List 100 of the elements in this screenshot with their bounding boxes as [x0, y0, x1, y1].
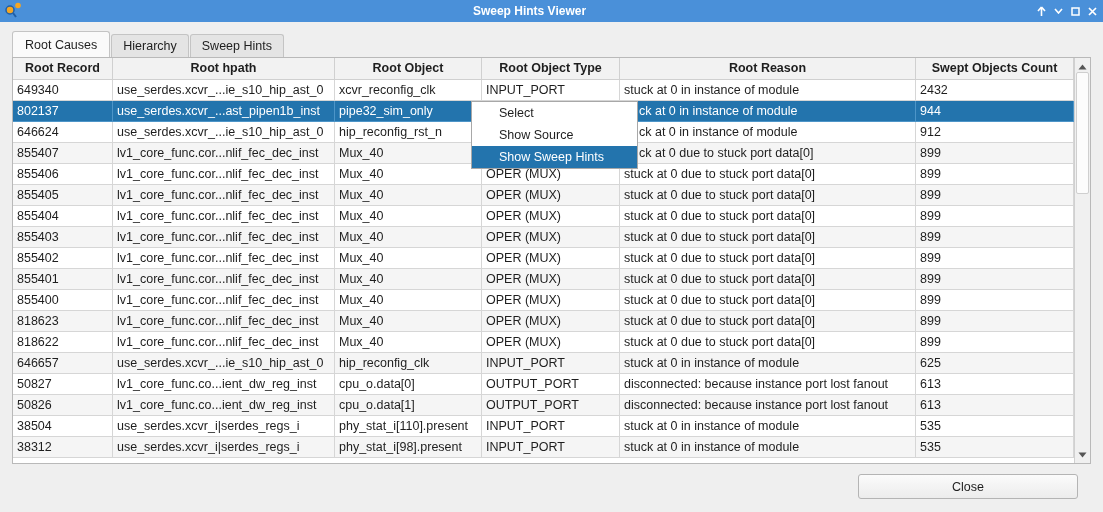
table-cell: phy_stat_i[98].present — [339, 440, 462, 454]
table-cell: ck at 0 in instance of module — [639, 104, 798, 118]
table-cell: stuck at 0 in instance of module — [624, 356, 800, 370]
table-cell: INPUT_PORT — [486, 356, 565, 370]
table-cell: 855401 — [17, 272, 59, 286]
table-cell: stuck at 0 due to stuck port data[0] — [624, 230, 816, 244]
table-cell: 899 — [920, 167, 941, 181]
table-cell: disconnected: because instance port lost fanout — [624, 398, 889, 412]
table-cell: stuck at 0 due to stuck port data[0] — [624, 314, 816, 328]
table-cell: 818623 — [17, 314, 59, 328]
table-cell: 855404 — [17, 209, 59, 223]
table-cell: stuck at 0 in instance of module — [624, 419, 800, 433]
table-cell: OPER (MUX) — [486, 188, 561, 202]
table-cell: 50827 — [17, 377, 52, 391]
table-cell: use_serdes.xcvr_...ie_s10_hip_ast_0 — [117, 125, 324, 139]
table-cell: 855405 — [17, 188, 59, 202]
table-cell: Mux_40 — [339, 272, 384, 286]
table-cell: phy_stat_i[110].present — [339, 419, 469, 433]
table-cell: 899 — [920, 209, 941, 223]
table-cell: stuck at 0 in instance of module — [624, 440, 800, 454]
table-cell: stuck at 0 due to stuck port data[0] — [624, 251, 816, 265]
table-cell: lv1_core_func.cor...nlif_fec_dec_inst — [117, 272, 319, 286]
table-cell: lv1_core_func.cor...nlif_fec_dec_inst — [117, 293, 319, 307]
table-cell: 50826 — [17, 398, 52, 412]
table-cell: 855403 — [17, 230, 59, 244]
table-cell: disconnected: because instance port lost fanout — [624, 377, 889, 391]
table-cell: 855400 — [17, 293, 59, 307]
table-cell: OPER (MUX) — [486, 167, 561, 181]
table-cell: Mux_40 — [339, 293, 384, 307]
table-cell: 625 — [920, 356, 941, 370]
table-cell: stuck at 0 due to stuck port data[0] — [624, 293, 816, 307]
table-cell: use_serdes.xcvr_i|serdes_regs_i — [117, 419, 300, 433]
table-cell: ck at 0 due to stuck port data[0] — [639, 146, 814, 160]
table-cell: 899 — [920, 230, 941, 244]
table-cell: use_serdes.xcvr_...ie_s10_hip_ast_0 — [117, 356, 324, 370]
table-cell: use_serdes.xcvr_...ie_s10_hip_ast_0 — [117, 83, 324, 97]
table-cell: OPER (MUX) — [486, 230, 561, 244]
table-cell: lv1_core_func.co...ient_dw_reg_inst — [117, 377, 317, 391]
table-cell: use_serdes.xcvr_...ast_pipen1b_inst — [117, 104, 320, 118]
table-cell: Mux_40 — [339, 314, 384, 328]
table-cell: hip_reconfig_clk — [339, 356, 430, 370]
table-cell: stuck at 0 in instance of module — [624, 83, 800, 97]
table-cell: 899 — [920, 272, 941, 286]
table-cell: INPUT_PORT — [486, 83, 565, 97]
table-cell: 899 — [920, 314, 941, 328]
table-cell: xcvr_reconfig_clk — [339, 83, 436, 97]
table-cell: hip_reconfig_rst_n — [339, 125, 442, 139]
table-cell: lv1_core_func.cor...nlif_fec_dec_inst — [117, 335, 319, 349]
table-cell: OPER (MUX) — [486, 335, 561, 349]
table-cell: lv1_core_func.cor...nlif_fec_dec_inst — [117, 209, 319, 223]
table-cell: Mux_40 — [339, 230, 384, 244]
table-cell: 899 — [920, 335, 941, 349]
table-cell: 613 — [920, 398, 941, 412]
table-cell: 912 — [920, 125, 941, 139]
table-cell: cpu_o.data[0] — [339, 377, 415, 391]
table-cell: 38504 — [17, 419, 52, 433]
table-cell: OPER (MUX) — [486, 251, 561, 265]
table-cell: 646624 — [17, 125, 59, 139]
table-cell: 899 — [920, 146, 941, 160]
table-cell: 802137 — [17, 104, 59, 118]
table-cell: lv1_core_func.cor...nlif_fec_dec_inst — [117, 146, 319, 160]
table-cell: 2432 — [920, 83, 948, 97]
table-cell: Mux_40 — [339, 251, 384, 265]
window-title: Sweep Hints Viewer — [471, 4, 588, 18]
table-cell: lv1_core_func.cor...nlif_fec_dec_inst — [117, 188, 319, 202]
table-cell: ck at 0 in instance of module — [639, 125, 798, 139]
table-cell: 535 — [920, 419, 941, 433]
table-cell: stuck at 0 due to stuck port data[0] — [624, 335, 816, 349]
table-cell: 535 — [920, 440, 941, 454]
table-cell: lv1_core_func.cor...nlif_fec_dec_inst — [117, 314, 319, 328]
table-cell: lv1_core_func.co...ient_dw_reg_inst — [117, 398, 317, 412]
table-cell: cpu_o.data[1] — [339, 398, 415, 412]
table-cell: lv1_core_func.cor...nlif_fec_dec_inst — [117, 230, 319, 244]
table-cell: 613 — [920, 377, 941, 391]
table-cell: OPER (MUX) — [486, 272, 561, 286]
table-cell: 649340 — [17, 83, 59, 97]
table-cell: 646657 — [17, 356, 59, 370]
table-cell: OUTPUT_PORT — [486, 398, 579, 412]
table-cell: 855402 — [17, 251, 59, 265]
table-cell: stuck at 0 due to stuck port data[0] — [624, 188, 816, 202]
table-cell: Mux_40 — [339, 188, 384, 202]
table-cell: INPUT_PORT — [486, 419, 565, 433]
table-cell: 899 — [920, 188, 941, 202]
table-cell: 855407 — [17, 146, 59, 160]
table-cell: Mux_40 — [339, 209, 384, 223]
table-cell: 899 — [920, 293, 941, 307]
table-cell: Mux_40 — [339, 167, 384, 181]
table-cell: Mux_40 — [339, 146, 384, 160]
table-cell: pipe32_sim_only — [339, 104, 433, 118]
table-cell: 899 — [920, 251, 941, 265]
table-cell: stuck at 0 due to stuck port data[0] — [624, 272, 816, 286]
table-cell: use_serdes.xcvr_i|serdes_regs_i — [117, 440, 300, 454]
table-cell: 855406 — [17, 167, 59, 181]
table-cell: lv1_core_func.cor...nlif_fec_dec_inst — [117, 251, 319, 265]
table-cell: stuck at 0 due to stuck port data[0] — [624, 167, 816, 181]
table-cell: OPER (MUX) — [486, 314, 561, 328]
table-cell: INPUT_PORT — [486, 440, 565, 454]
table-cell: lv1_core_func.cor...nlif_fec_dec_inst — [117, 167, 319, 181]
table-cell: OPER (MUX) — [486, 209, 561, 223]
table-cell: 38312 — [17, 440, 52, 454]
